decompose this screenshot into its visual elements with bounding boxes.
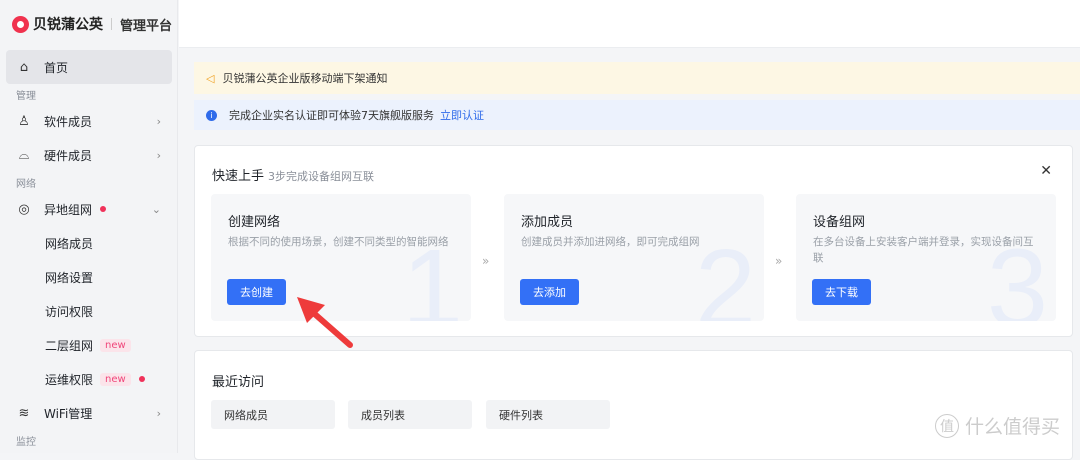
- recent-item[interactable]: 硬件列表: [486, 400, 610, 429]
- sidebar: 贝锐蒲公英 管理平台 ⌂ 首页 管理 ♙ 软件成员 › ⌓ 硬件成员 › 网络 ◎ 异地组网…: [0, 0, 178, 453]
- download-button[interactable]: 去下载: [812, 279, 871, 305]
- watermark: 值什么值得买: [934, 412, 1060, 439]
- logo[interactable]: 贝锐蒲公英 管理平台: [12, 14, 172, 34]
- watermark-text: 什么值得买: [964, 416, 1060, 438]
- sidebar-item-network-members[interactable]: 网络成员: [0, 226, 178, 260]
- label: 首页: [44, 60, 69, 75]
- step-title: 添加成员: [521, 215, 574, 230]
- notification-dot: [100, 206, 107, 212]
- watermark-logo: 值: [934, 413, 959, 438]
- quickstart-title: 快速上手 3步完成设备组网互联: [212, 165, 374, 184]
- subtitle: 3步完成设备组网互联: [268, 170, 375, 183]
- step-desc: 根据不同的使用场景，创建不同类型的智能网络: [228, 236, 449, 248]
- speaker-icon: ◁: [206, 71, 215, 85]
- step-card-add: 2 添加成员 创建成员并添加进网络，即可完成组网 去添加: [504, 194, 764, 321]
- divider: [111, 18, 112, 30]
- label: 硬件成员: [44, 148, 93, 163]
- recent-title: 最近访问: [212, 375, 265, 390]
- double-chevron-icon: »: [775, 254, 783, 268]
- sidebar-item-home[interactable]: ⌂ 首页: [6, 50, 172, 84]
- info-bar: i 完成企业实名认证即可体验7天旗舰版服务 立即认证: [194, 100, 1080, 130]
- double-chevron-icon: »: [482, 254, 490, 268]
- recent-item[interactable]: 网络成员: [211, 400, 335, 429]
- section-label: 网络: [16, 178, 36, 190]
- network-icon: ◎: [18, 201, 30, 217]
- label: WiFi管理: [44, 406, 93, 421]
- section-label: 监控: [16, 436, 36, 448]
- notice-bar[interactable]: ◁ 贝锐蒲公英企业版移动端下架通知: [194, 62, 1080, 94]
- notice-text: 贝锐蒲公英企业版移动端下架通知: [222, 72, 388, 85]
- step-desc: 在多台设备上安装客户端并登录，实现设备间互联: [813, 236, 1034, 264]
- sidebar-item-network-settings[interactable]: 网络设置: [0, 260, 178, 294]
- verify-link[interactable]: 立即认证: [440, 107, 484, 123]
- brand-name: 贝锐蒲公英: [33, 17, 103, 33]
- recent-card: 最近访问 网络成员 成员列表 硬件列表: [194, 350, 1073, 460]
- logo-icon: [12, 15, 29, 33]
- top-header: [179, 0, 1080, 48]
- sidebar-item-software-members[interactable]: ♙ 软件成员 ›: [0, 104, 178, 138]
- recent-item[interactable]: 成员列表: [348, 400, 472, 429]
- sidebar-item-access[interactable]: 访问权限: [0, 294, 178, 328]
- sidebar-item-ops-access[interactable]: 运维权限 new: [0, 362, 178, 396]
- brand-sub: 管理平台: [120, 18, 173, 34]
- title: 快速上手: [212, 169, 265, 184]
- create-network-button[interactable]: 去创建: [227, 279, 286, 305]
- chevron-right-icon: ›: [156, 148, 161, 162]
- info-icon: i: [206, 109, 217, 121]
- step-title: 设备组网: [813, 215, 866, 230]
- label: 二层组网: [45, 338, 94, 353]
- info-text: 完成企业实名认证即可体验7天旗舰版服务: [229, 109, 434, 122]
- sidebar-item-wifi[interactable]: ≋ WiFi管理 ›: [0, 396, 178, 430]
- user-icon: ♙: [18, 113, 30, 129]
- notification-dot: [138, 376, 145, 382]
- close-icon[interactable]: ✕: [1040, 163, 1052, 179]
- home-icon: ⌂: [19, 59, 29, 75]
- label: 运维权限: [45, 372, 94, 387]
- router-icon: ⌓: [18, 147, 30, 163]
- label: 访问权限: [45, 304, 94, 319]
- sidebar-item-remote-network[interactable]: ◎ 异地组网 ⌄: [0, 192, 178, 226]
- new-badge: new: [100, 372, 131, 386]
- wifi-icon: ≋: [18, 405, 30, 421]
- add-member-button[interactable]: 去添加: [520, 279, 579, 305]
- step-desc: 创建成员并添加进网络，即可完成组网: [521, 236, 700, 248]
- step-title: 创建网络: [228, 215, 281, 230]
- label: 软件成员: [44, 114, 93, 129]
- label: 网络设置: [45, 270, 94, 285]
- sidebar-item-hardware-members[interactable]: ⌓ 硬件成员 ›: [0, 138, 178, 172]
- chevron-down-icon: ⌄: [151, 202, 161, 216]
- red-arrow-annotation: [297, 297, 353, 348]
- new-badge: new: [100, 338, 131, 352]
- label: 网络成员: [45, 236, 94, 251]
- step-card-download: 3 设备组网 在多台设备上安装客户端并登录，实现设备间互联 去下载: [796, 194, 1056, 321]
- label: 异地组网: [44, 202, 93, 217]
- section-label: 管理: [16, 90, 36, 102]
- sidebar-item-layer2[interactable]: 二层组网 new: [0, 328, 178, 362]
- chevron-right-icon: ›: [156, 406, 161, 420]
- chevron-right-icon: ›: [156, 114, 161, 128]
